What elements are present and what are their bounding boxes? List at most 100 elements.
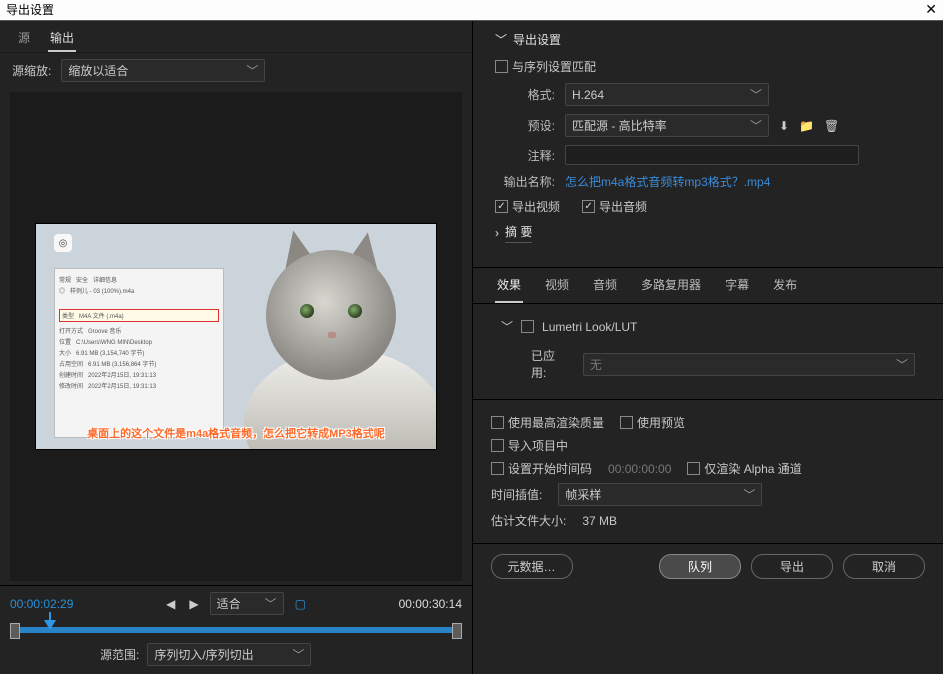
chevron-down-icon: ﹀ — [501, 318, 513, 335]
interp-value: 帧采样 — [565, 486, 601, 503]
import-project-label: 导入项目中 — [508, 437, 568, 454]
right-panel: ﹀ 导出设置 与序列设置匹配 格式: H.264 ﹀ 预设: 匹配源 - 高比特… — [473, 21, 943, 674]
source-scale-row: 源缩放: 缩放以适合 ﹀ — [0, 53, 472, 88]
export-audio-label: 导出音频 — [599, 198, 647, 215]
queue-button[interactable]: 队列 — [659, 554, 741, 579]
export-audio-checkbox[interactable]: 导出音频 — [582, 198, 647, 215]
preview-props-panel: 常规 安全 详细信息 ◎ 样例儿 - 03 (100%).m4a 类型 M4A … — [54, 268, 224, 438]
fit-value: 适合 — [217, 595, 241, 612]
save-preset-icon[interactable]: ⬇ — [779, 119, 789, 133]
export-video-label: 导出视频 — [512, 198, 560, 215]
source-range-label: 源范围: — [100, 646, 139, 663]
tab-video[interactable]: 视频 — [543, 268, 571, 303]
chevron-down-icon: ﹀ — [896, 356, 908, 373]
summary-title: 摘 要 — [505, 223, 532, 243]
fit-select[interactable]: 适合 ﹀ — [210, 592, 284, 615]
tab-mux[interactable]: 多路复用器 — [639, 268, 703, 303]
title-bar: 导出设置 ✕ — [0, 0, 943, 21]
format-select[interactable]: H.264 ﹀ — [565, 83, 769, 106]
video-preview: ◎ 常规 安全 详细信息 ◎ 样例儿 - 03 (100%).m4a 类型 M4… — [36, 224, 436, 449]
export-settings-title: 导出设置 — [513, 31, 561, 48]
close-icon[interactable]: ✕ — [925, 0, 937, 20]
source-scale-label: 源缩放: — [12, 62, 51, 79]
max-quality-label: 使用最高渲染质量 — [508, 414, 604, 431]
preset-select[interactable]: 匹配源 - 高比特率 ﹀ — [565, 114, 769, 137]
tab-audio[interactable]: 音频 — [591, 268, 619, 303]
preview-desktop-icon: ◎ — [54, 234, 72, 252]
summary-heading[interactable]: › 摘 要 — [495, 223, 921, 243]
max-quality-checkbox[interactable]: 使用最高渲染质量 — [491, 414, 604, 431]
set-start-tc-label: 设置开始时间码 — [508, 460, 592, 477]
import-preset-icon[interactable]: 📁 — [799, 119, 814, 133]
match-sequence-checkbox[interactable]: 与序列设置匹配 — [495, 58, 596, 75]
preview-cat-image — [236, 234, 426, 449]
playhead-icon[interactable] — [44, 620, 56, 630]
next-frame-icon[interactable]: ▶ — [186, 597, 201, 611]
alpha-only-label: 仅渲染 Alpha 通道 — [704, 460, 801, 477]
effects-panel: ﹀ Lumetri Look/LUT 已应用: 无 ﹀ — [473, 304, 943, 400]
delete-preset-icon[interactable]: 🗑 — [824, 119, 839, 133]
import-project-checkbox[interactable]: 导入项目中 — [491, 437, 568, 454]
estimate-value: 37 MB — [582, 514, 617, 528]
out-point-handle[interactable] — [452, 623, 462, 639]
export-button[interactable]: 导出 — [751, 554, 833, 579]
output-name-label: 输出名称: — [495, 173, 555, 190]
lut-applied-select[interactable]: 无 ﹀ — [583, 353, 915, 376]
main-area: 源 输出 源缩放: 缩放以适合 ﹀ ◎ 常规 安全 详细信息 ◎ 样例儿 - 0… — [0, 21, 943, 674]
preset-label: 预设: — [495, 117, 555, 134]
chevron-down-icon: ﹀ — [495, 31, 507, 48]
tab-pub[interactable]: 发布 — [771, 268, 799, 303]
tab-source[interactable]: 源 — [16, 27, 32, 52]
chevron-down-icon: ﹀ — [292, 646, 304, 663]
export-settings-section: ﹀ 导出设置 与序列设置匹配 格式: H.264 ﹀ 预设: 匹配源 - 高比特… — [473, 21, 943, 263]
total-timecode: 00:00:30:14 — [399, 597, 462, 611]
prev-frame-icon[interactable]: ◀ — [163, 597, 178, 611]
in-point-handle[interactable] — [10, 623, 20, 639]
chevron-down-icon: ﹀ — [246, 62, 258, 79]
preview-area: ◎ 常规 安全 详细信息 ◎ 样例儿 - 03 (100%).m4a 类型 M4… — [10, 92, 462, 581]
tab-sub[interactable]: 字幕 — [723, 268, 751, 303]
alpha-only-checkbox[interactable]: 仅渲染 Alpha 通道 — [687, 460, 801, 477]
settings-tabs: 效果 视频 音频 多路复用器 字幕 发布 — [473, 267, 943, 304]
preview-caption: 桌面上的这个文件是m4a格式音频，怎么把它转成MP3格式呢 — [46, 425, 426, 441]
source-range-select[interactable]: 序列切入/序列切出 ﹀ — [147, 643, 311, 666]
aspect-ratio-icon[interactable]: ▢ — [292, 597, 309, 611]
match-sequence-label: 与序列设置匹配 — [512, 58, 596, 75]
export-settings-heading[interactable]: ﹀ 导出设置 — [495, 31, 921, 48]
left-tabs: 源 输出 — [0, 21, 472, 53]
current-timecode[interactable]: 00:00:02:29 — [10, 597, 73, 611]
chevron-down-icon: ﹀ — [750, 117, 762, 134]
use-preview-checkbox[interactable]: 使用预览 — [620, 414, 685, 431]
cancel-button[interactable]: 取消 — [843, 554, 925, 579]
metadata-button[interactable]: 元数据… — [491, 554, 573, 579]
chevron-down-icon: ﹀ — [265, 595, 277, 612]
use-preview-label: 使用预览 — [637, 414, 685, 431]
comment-input[interactable] — [565, 145, 859, 165]
lut-applied-label: 已应用: — [531, 347, 569, 381]
format-label: 格式: — [495, 86, 555, 103]
tab-effects[interactable]: 效果 — [495, 268, 523, 303]
lut-title: Lumetri Look/LUT — [542, 320, 637, 334]
chevron-down-icon: ﹀ — [750, 86, 762, 103]
source-scale-select[interactable]: 缩放以适合 ﹀ — [61, 59, 265, 82]
left-panel: 源 输出 源缩放: 缩放以适合 ﹀ ◎ 常规 安全 详细信息 ◎ 样例儿 - 0… — [0, 21, 473, 674]
render-options: 使用最高渲染质量 使用预览 导入项目中 设置开始时间码 00:00:00:00 … — [473, 400, 943, 544]
output-name-link[interactable]: 怎么把m4a格式音频转mp3格式？.mp4 — [565, 173, 770, 190]
interp-select[interactable]: 帧采样 ﹀ — [558, 483, 762, 506]
lut-heading[interactable]: ﹀ Lumetri Look/LUT — [501, 318, 915, 335]
estimate-label: 估计文件大小: — [491, 512, 566, 529]
timeline-controls: 00:00:02:29 ◀ ▶ 适合 ﹀ ▢ 00:00:30:14 源范围: — [0, 585, 472, 674]
source-scale-value: 缩放以适合 — [68, 62, 128, 79]
preset-value: 匹配源 - 高比特率 — [572, 117, 667, 134]
tab-output[interactable]: 输出 — [48, 27, 76, 52]
format-value: H.264 — [572, 88, 604, 102]
chevron-down-icon: ﹀ — [743, 486, 755, 503]
footer-buttons: 元数据… 队列 导出 取消 — [473, 544, 943, 589]
timeline-track[interactable] — [10, 621, 462, 637]
export-video-checkbox[interactable]: 导出视频 — [495, 198, 560, 215]
start-tc-value: 00:00:00:00 — [608, 462, 671, 476]
lut-checkbox[interactable] — [521, 320, 534, 333]
set-start-tc-checkbox[interactable]: 设置开始时间码 — [491, 460, 592, 477]
window-title: 导出设置 — [6, 0, 54, 20]
interp-label: 时间插值: — [491, 486, 542, 503]
